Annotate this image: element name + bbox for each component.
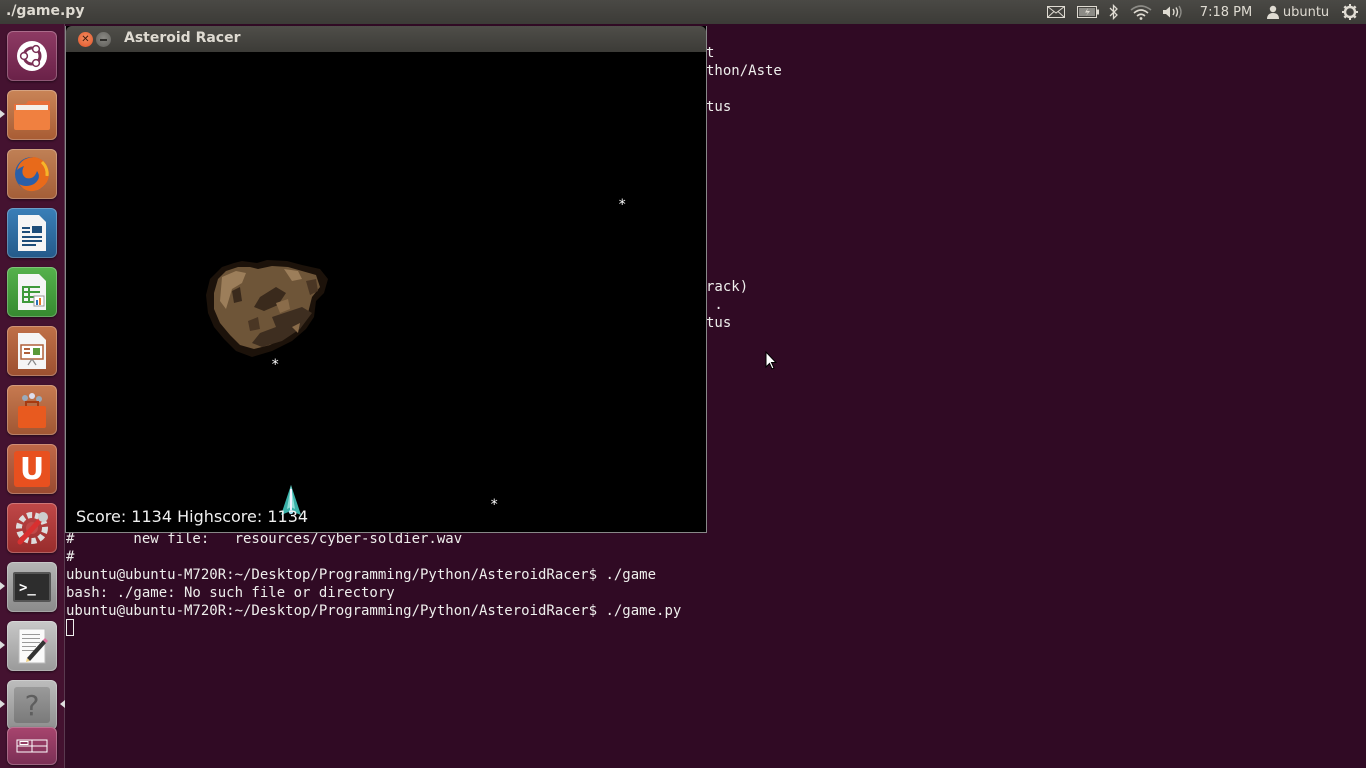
asteroid-sprite (206, 260, 328, 357)
score-value: 1134 (131, 507, 173, 526)
launcher-text-editor[interactable] (7, 621, 57, 671)
workspace-icon (16, 739, 48, 753)
terminal-partial-line: t (706, 45, 715, 61)
bluetooth-icon[interactable] (1106, 0, 1122, 24)
top-panel: ./game.py 7:18 PM ubuntu (0, 0, 1366, 24)
launcher-libreoffice-writer[interactable] (7, 208, 57, 258)
wifi-icon[interactable] (1128, 0, 1154, 24)
launcher-software-center[interactable] (7, 385, 57, 435)
ubuntu-one-icon: U (14, 451, 50, 487)
terminal-line: bash: ./game: No such file or directory (66, 585, 395, 601)
launcher-workspace-switcher[interactable] (7, 727, 57, 765)
launcher: U >_ ? (0, 24, 65, 768)
mail-icon[interactable] (1044, 0, 1068, 24)
power-gear-icon[interactable] (1338, 0, 1362, 24)
star: * (618, 197, 627, 213)
active-app-title: ./game.py (6, 3, 85, 19)
text-editor-icon (18, 628, 48, 664)
terminal-partial-line: tus (706, 99, 732, 115)
score-label: Score: (76, 507, 127, 526)
terminal-line: ubuntu@ubuntu-M720R:~/Desktop/Programmin… (66, 567, 657, 583)
launcher-unknown-app[interactable]: ? (7, 680, 57, 730)
score-display: Score: 1134 Highscore: 1134 (76, 507, 308, 526)
shopping-bag-icon (18, 393, 46, 428)
mouse-pointer-icon (765, 351, 777, 370)
terminal-cursor[interactable] (66, 619, 74, 636)
minimize-icon (100, 38, 107, 41)
terminal-partial-line: thon/Aste (706, 63, 782, 79)
highscore-label: Highscore: (177, 507, 263, 526)
window-titlebar[interactable]: ✕ Asteroid Racer (66, 26, 706, 52)
question-mark-icon: ? (14, 687, 50, 723)
terminal-partial-line: tus (706, 315, 732, 331)
launcher-files[interactable] (7, 90, 57, 140)
minimize-button[interactable] (96, 32, 111, 47)
terminal-icon: >_ (13, 572, 51, 602)
close-button[interactable]: ✕ (78, 32, 93, 47)
launcher-ubuntu-one[interactable]: U (7, 444, 57, 494)
launcher-libreoffice-impress[interactable] (7, 326, 57, 376)
running-indicator (0, 110, 5, 118)
impress-icon (18, 333, 46, 369)
star: * (490, 497, 499, 513)
running-indicator (0, 169, 5, 177)
user-menu[interactable]: ubuntu (1262, 0, 1334, 24)
volume-icon[interactable] (1160, 0, 1186, 24)
terminal-line: ubuntu@ubuntu-M720R:~/Desktop/Programmin… (66, 603, 682, 619)
close-icon: ✕ (81, 34, 90, 45)
battery-icon[interactable] (1075, 0, 1101, 24)
folder-icon (14, 101, 50, 130)
running-indicator (0, 582, 5, 590)
window-title: Asteroid Racer (124, 30, 241, 46)
terminal-line: # (66, 549, 75, 565)
terminal-partial-line: rack) (706, 279, 749, 295)
ubuntu-logo-icon (17, 41, 47, 71)
game-canvas[interactable]: * * * Score: 1134 Highscore: 1134 (66, 52, 706, 532)
launcher-libreoffice-calc[interactable] (7, 267, 57, 317)
settings-wrench-icon (16, 512, 48, 545)
game-window[interactable]: ✕ Asteroid Racer * * * Score: 1134 Highs… (65, 26, 707, 533)
calc-icon (18, 274, 46, 310)
highscore-value: 1134 (267, 507, 309, 526)
focused-indicator (60, 700, 65, 708)
writer-icon (18, 215, 46, 251)
running-indicator (0, 641, 5, 649)
launcher-dash-home[interactable] (7, 31, 57, 81)
running-indicator (0, 700, 5, 708)
star: * (271, 357, 280, 373)
launcher-system-settings[interactable] (7, 503, 57, 553)
launcher-firefox[interactable] (7, 149, 57, 199)
launcher-terminal[interactable]: >_ (7, 562, 57, 612)
terminal-partial-line: . (706, 297, 723, 313)
user-icon (1266, 5, 1279, 19)
clock[interactable]: 7:18 PM (1196, 0, 1256, 24)
user-name: ubuntu (1282, 4, 1330, 20)
firefox-icon (15, 157, 50, 192)
